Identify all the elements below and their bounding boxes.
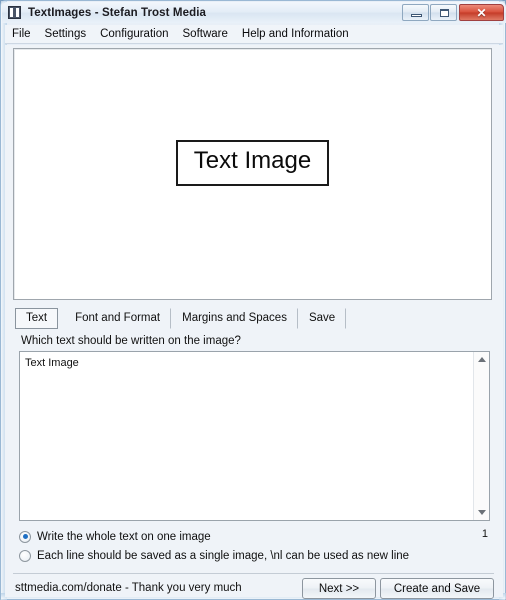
triangle-down-icon [477, 510, 486, 515]
radio-per-line-label: Each line should be saved as a single im… [37, 549, 410, 562]
tab-save[interactable]: Save [298, 308, 347, 329]
text-input-value[interactable]: Text Image [20, 352, 473, 520]
minimize-button[interactable] [402, 4, 429, 21]
radio-one-image-indicator[interactable] [19, 530, 31, 543]
tab-strip: Text Font and Format Margins and Spaces … [15, 308, 492, 329]
radio-per-line-indicator[interactable] [19, 549, 31, 562]
menu-item-software[interactable]: Software [176, 26, 235, 42]
radio-option-per-line[interactable]: Each line should be saved as a single im… [19, 546, 490, 565]
window-title: TextImages - Stefan Trost Media [28, 6, 206, 19]
menu-item-file[interactable]: File [5, 26, 38, 42]
minimize-icon [411, 14, 422, 17]
close-icon: ✕ [476, 5, 487, 20]
tab-margins-and-spaces[interactable]: Margins and Spaces [171, 308, 298, 329]
maximize-icon [440, 9, 449, 17]
caption-button-group: ✕ [401, 3, 504, 22]
preview-image-text: Text Image [193, 147, 312, 175]
client-area: Text Image Text Font and Format Margins … [5, 45, 503, 599]
text-input-area[interactable]: Text Image [19, 351, 490, 521]
scroll-down-button[interactable] [474, 505, 489, 520]
screen: TextImages - Stefan Trost Media ✕ File S… [0, 0, 506, 600]
application-window: TextImages - Stefan Trost Media ✕ File S… [0, 0, 506, 600]
image-count-badge: 1 [481, 528, 488, 540]
radio-one-image-label: Write the whole text on one image [37, 530, 211, 543]
menu-item-help-and-information[interactable]: Help and Information [235, 26, 356, 42]
tab-font-and-format[interactable]: Font and Format [64, 308, 172, 329]
text-question-label: Which text should be written on the imag… [21, 335, 241, 347]
tab-text[interactable]: Text [15, 308, 59, 329]
image-preview-panel[interactable]: Text Image [13, 48, 492, 300]
radio-option-one-image[interactable]: Write the whole text on one image [19, 527, 490, 546]
menu-item-settings[interactable]: Settings [38, 26, 94, 42]
title-bar[interactable]: TextImages - Stefan Trost Media ✕ [2, 2, 506, 23]
create-and-save-button[interactable]: Create and Save [380, 578, 494, 599]
triangle-up-icon [477, 357, 486, 362]
menu-item-configuration[interactable]: Configuration [93, 26, 175, 42]
next-button[interactable]: Next >> [302, 578, 376, 599]
preview-image-box: Text Image [175, 140, 330, 186]
menu-bar: File Settings Configuration Software Hel… [5, 25, 503, 44]
maximize-button[interactable] [430, 4, 457, 21]
text-area-scrollbar[interactable] [473, 352, 489, 520]
donate-status-text[interactable]: sttmedia.com/donate - Thank you very muc… [15, 582, 242, 594]
output-mode-options: Write the whole text on one image Each l… [19, 527, 490, 569]
scroll-up-button[interactable] [474, 352, 489, 367]
close-button[interactable]: ✕ [459, 4, 504, 21]
app-icon [8, 6, 21, 19]
